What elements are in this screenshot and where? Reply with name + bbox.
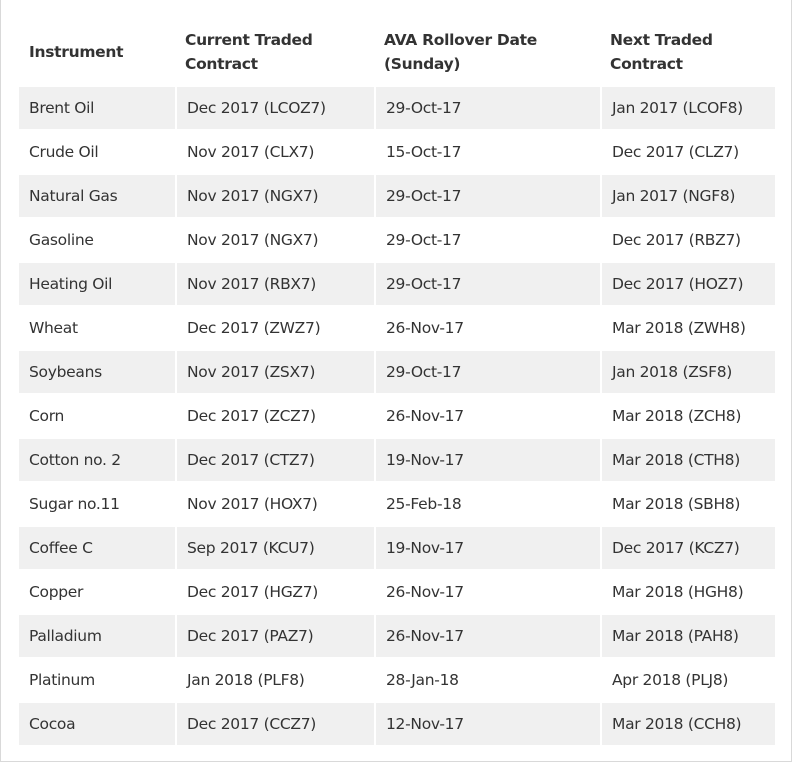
cell-next-contract: Jan 2017 (NGF8) bbox=[600, 174, 775, 218]
cell-next-contract: Mar 2018 (HGH8) bbox=[600, 570, 775, 614]
header-row: Instrument Current Traded Contract AVA R… bbox=[19, 18, 775, 86]
cell-next-contract: Jan 2017 (LCOF8) bbox=[600, 86, 775, 130]
table-row: Palladium Dec 2017 (PAZ7) 26-Nov-17 Mar 201… bbox=[19, 614, 775, 658]
cell-next-contract: Apr 2018 (PLJ8) bbox=[600, 658, 775, 702]
cell-current-contract: Dec 2017 (LCOZ7) bbox=[175, 86, 374, 130]
cell-current-contract: Nov 2017 (HOX7) bbox=[175, 482, 374, 526]
cell-current-contract: Nov 2017 (NGX7) bbox=[175, 174, 374, 218]
cell-rollover-date: 15-Oct-17 bbox=[374, 130, 600, 174]
cell-rollover-date: 28-Jan-18 bbox=[374, 658, 600, 702]
cell-rollover-date: 29-Oct-17 bbox=[374, 174, 600, 218]
cell-next-contract: Jan 2018 (ZSF8) bbox=[600, 350, 775, 394]
header-instrument: Instrument bbox=[19, 18, 175, 86]
table-row: Coffee C Sep 2017 (KCU7) 19-Nov-17 Dec 2017… bbox=[19, 526, 775, 570]
cell-current-contract: Nov 2017 (RBX7) bbox=[175, 262, 374, 306]
cell-current-contract: Dec 2017 (HGZ7) bbox=[175, 570, 374, 614]
cell-instrument: Palladium bbox=[19, 614, 175, 658]
cell-current-contract: Nov 2017 (NGX7) bbox=[175, 218, 374, 262]
header-current-contract: Current Traded Contract bbox=[175, 18, 374, 86]
table-row: Copper Dec 2017 (HGZ7) 26-Nov-17 Mar 2018 (… bbox=[19, 570, 775, 614]
table-row: Natural Gas Nov 2017 (NGX7) 29-Oct-17 Jan 2… bbox=[19, 174, 775, 218]
cell-instrument: Crude Oil bbox=[19, 130, 175, 174]
cell-current-contract: Sep 2017 (KCU7) bbox=[175, 526, 374, 570]
cell-instrument: Sugar no.11 bbox=[19, 482, 175, 526]
cell-rollover-date: 12-Nov-17 bbox=[374, 702, 600, 746]
header-line: (Sunday) bbox=[384, 55, 461, 73]
header-line: Contract bbox=[610, 55, 683, 73]
cell-instrument: Soybeans bbox=[19, 350, 175, 394]
cell-instrument: Coffee C bbox=[19, 526, 175, 570]
cell-next-contract: Mar 2018 (CTH8) bbox=[600, 438, 775, 482]
cell-next-contract: Dec 2017 (HOZ7) bbox=[600, 262, 775, 306]
table-row: Corn Dec 2017 (ZCZ7) 26-Nov-17 Mar 2018 (ZC… bbox=[19, 394, 775, 438]
rollover-table: Instrument Current Traded Contract AVA R… bbox=[19, 18, 775, 746]
cell-rollover-date: 29-Oct-17 bbox=[374, 86, 600, 130]
table-row: Gasoline Nov 2017 (NGX7) 29-Oct-17 Dec 2017… bbox=[19, 218, 775, 262]
content-frame: Instrument Current Traded Contract AVA R… bbox=[0, 0, 792, 762]
cell-rollover-date: 25-Feb-18 bbox=[374, 482, 600, 526]
header-line: Contract bbox=[185, 55, 258, 73]
cell-current-contract: Nov 2017 (CLX7) bbox=[175, 130, 374, 174]
cell-rollover-date: 26-Nov-17 bbox=[374, 614, 600, 658]
cell-instrument: Cotton no. 2 bbox=[19, 438, 175, 482]
cell-next-contract: Mar 2018 (SBH8) bbox=[600, 482, 775, 526]
cell-current-contract: Dec 2017 (ZCZ7) bbox=[175, 394, 374, 438]
table-row: Cotton no. 2 Dec 2017 (CTZ7) 19-Nov-17 Mar … bbox=[19, 438, 775, 482]
cell-current-contract: Jan 2018 (PLF8) bbox=[175, 658, 374, 702]
cell-next-contract: Dec 2017 (RBZ7) bbox=[600, 218, 775, 262]
cell-rollover-date: 26-Nov-17 bbox=[374, 570, 600, 614]
table-body: Brent Oil Dec 2017 (LCOZ7) 29-Oct-17 Jan 20… bbox=[19, 86, 775, 746]
table-row: Wheat Dec 2017 (ZWZ7) 26-Nov-17 Mar 2018 (Z… bbox=[19, 306, 775, 350]
cell-next-contract: Dec 2017 (CLZ7) bbox=[600, 130, 775, 174]
cell-rollover-date: 29-Oct-17 bbox=[374, 262, 600, 306]
table-row: Brent Oil Dec 2017 (LCOZ7) 29-Oct-17 Jan 20… bbox=[19, 86, 775, 130]
header-line: Next Traded bbox=[610, 31, 713, 49]
cell-current-contract: Dec 2017 (ZWZ7) bbox=[175, 306, 374, 350]
cell-current-contract: Dec 2017 (CCZ7) bbox=[175, 702, 374, 746]
table-row: Platinum Jan 2018 (PLF8) 28-Jan-18 Apr 2018… bbox=[19, 658, 775, 702]
table-row: Soybeans Nov 2017 (ZSX7) 29-Oct-17 Jan 2018… bbox=[19, 350, 775, 394]
cell-instrument: Brent Oil bbox=[19, 86, 175, 130]
cell-current-contract: Nov 2017 (ZSX7) bbox=[175, 350, 374, 394]
cell-instrument: Platinum bbox=[19, 658, 175, 702]
header-line: Instrument bbox=[29, 43, 124, 61]
cell-instrument: Copper bbox=[19, 570, 175, 614]
cell-next-contract: Mar 2018 (ZCH8) bbox=[600, 394, 775, 438]
cell-next-contract: Mar 2018 (ZWH8) bbox=[600, 306, 775, 350]
table-row: Sugar no.11 Nov 2017 (HOX7) 25-Feb-18 Mar 2… bbox=[19, 482, 775, 526]
cell-next-contract: Dec 2017 (KCZ7) bbox=[600, 526, 775, 570]
cell-rollover-date: 26-Nov-17 bbox=[374, 306, 600, 350]
table-row: Cocoa Dec 2017 (CCZ7) 12-Nov-17 Mar 2018 (C… bbox=[19, 702, 775, 746]
cell-rollover-date: 29-Oct-17 bbox=[374, 350, 600, 394]
table-row: Heating Oil Nov 2017 (RBX7) 29-Oct-17 Dec 2… bbox=[19, 262, 775, 306]
cell-rollover-date: 19-Nov-17 bbox=[374, 526, 600, 570]
cell-instrument: Heating Oil bbox=[19, 262, 175, 306]
cell-next-contract: Mar 2018 (PAH8) bbox=[600, 614, 775, 658]
header-rollover-date: AVA Rollover Date (Sunday) bbox=[374, 18, 600, 86]
cell-next-contract: Mar 2018 (CCH8) bbox=[600, 702, 775, 746]
cell-rollover-date: 26-Nov-17 bbox=[374, 394, 600, 438]
header-line: AVA Rollover Date bbox=[384, 31, 537, 49]
header-next-contract: Next Traded Contract bbox=[600, 18, 775, 86]
cell-rollover-date: 19-Nov-17 bbox=[374, 438, 600, 482]
cell-instrument: Natural Gas bbox=[19, 174, 175, 218]
cell-current-contract: Dec 2017 (CTZ7) bbox=[175, 438, 374, 482]
cell-instrument: Wheat bbox=[19, 306, 175, 350]
table-row: Crude Oil Nov 2017 (CLX7) 15-Oct-17 Dec 201… bbox=[19, 130, 775, 174]
cell-instrument: Gasoline bbox=[19, 218, 175, 262]
cell-instrument: Cocoa bbox=[19, 702, 175, 746]
cell-current-contract: Dec 2017 (PAZ7) bbox=[175, 614, 374, 658]
cell-rollover-date: 29-Oct-17 bbox=[374, 218, 600, 262]
header-line: Current Traded bbox=[185, 31, 313, 49]
cell-instrument: Corn bbox=[19, 394, 175, 438]
